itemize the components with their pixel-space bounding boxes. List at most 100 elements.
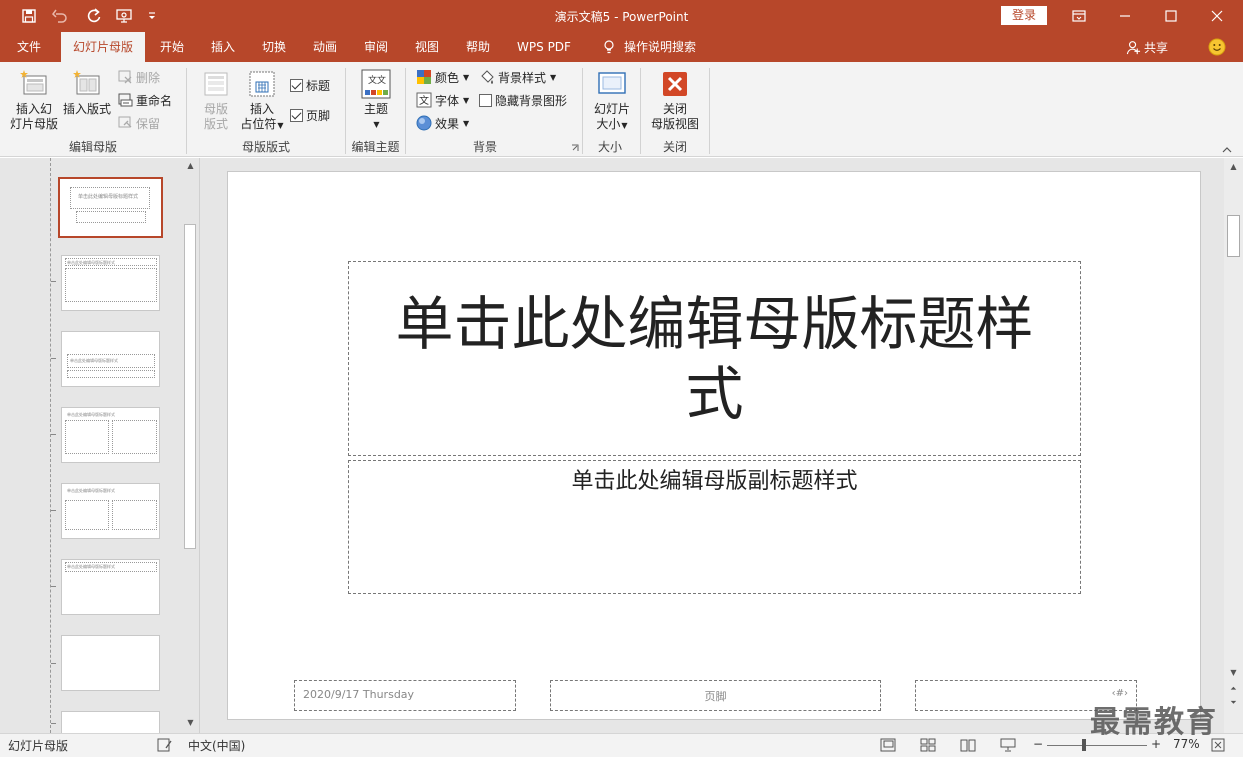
tab-view[interactable]: 视图 <box>405 32 449 62</box>
ribbon: 插入幻 灯片母版 插入版式 删除 重命名 保留 编辑母版 母版 版式 插入 占位… <box>0 62 1243 157</box>
fonts-icon: 文 <box>416 92 432 108</box>
thumbnail-title-text: 单击此处编辑母版标题样式 <box>67 488 115 493</box>
hide-background-graphics-checkbox[interactable]: 隐藏背景图形 <box>479 90 567 110</box>
footer-placeholder[interactable]: 页脚 <box>550 680 881 711</box>
thumbnail-scroll-thumb[interactable] <box>184 224 196 549</box>
title-checkbox-box[interactable] <box>290 78 303 92</box>
hide-background-graphics-box[interactable] <box>479 93 492 107</box>
insert-placeholder-button[interactable]: 插入 占位符▼ <box>238 68 286 133</box>
share-button[interactable]: 共享 <box>1126 32 1168 62</box>
thumbnail-scrollbar[interactable]: ▲ ▼ <box>182 158 198 733</box>
group-label-edit-theme: 编辑主题 <box>351 140 400 154</box>
thumbnail-slide-master[interactable]: 单击此处编辑母版标题样式 <box>58 177 163 238</box>
date-placeholder[interactable]: 2020/9/17 Thursday <box>294 680 516 711</box>
ribbon-separator <box>405 68 406 154</box>
thumbnail-pane[interactable]: 单击此处编辑母版标题样式 单击此处编辑母版标题样式 单击此处编辑母版标题样式 单… <box>0 158 200 735</box>
rename-label: 重命名 <box>136 93 173 108</box>
slide-size-button[interactable]: 幻灯片 大小▼ <box>590 68 634 133</box>
slide-size-line1: 幻灯片 <box>593 102 630 116</box>
title-placeholder[interactable]: 单击此处编辑母版标题样式 <box>348 261 1081 456</box>
slide-size-text: 大小 <box>596 117 621 131</box>
slideshow-icon[interactable] <box>1000 738 1016 752</box>
close-master-view-button[interactable]: 关闭 母版视图 <box>648 68 702 132</box>
close-window-icon[interactable] <box>1194 0 1240 32</box>
colors-label: 颜色 <box>435 70 460 85</box>
login-button[interactable]: 登录 <box>1001 6 1047 25</box>
tab-help[interactable]: 帮助 <box>456 32 500 62</box>
ribbon-separator <box>186 68 187 154</box>
close-master-view-line2: 母版视图 <box>650 117 699 131</box>
tab-review[interactable]: 审阅 <box>354 32 398 62</box>
reading-view-icon[interactable] <box>960 738 976 752</box>
effects-label: 效果 <box>435 116 460 131</box>
tab-home[interactable]: 开始 <box>150 32 194 62</box>
slide-scrollbar[interactable]: ▲ ▼ ⏶ ⏷ <box>1224 158 1243 733</box>
insert-placeholder-line1: 插入 <box>249 102 274 116</box>
preserve-button[interactable]: 保留 <box>117 113 160 133</box>
thumbnail-layout[interactable]: 单击此处编辑母版标题样式 <box>61 483 160 539</box>
status-view-name: 幻灯片母版 <box>8 739 69 753</box>
scroll-down-arrow-icon[interactable]: ▼ <box>1224 668 1243 677</box>
thumbnail-layout[interactable]: 单击此处编辑母版标题样式 <box>61 331 160 387</box>
colors-dropdown[interactable]: 颜色 ▼ <box>416 67 469 87</box>
insert-slide-master-button[interactable]: 插入幻 灯片母版 <box>9 68 59 132</box>
delete-button[interactable]: 删除 <box>117 67 160 87</box>
master-layout-button[interactable]: 母版 版式 <box>196 68 236 132</box>
zoom-out-button[interactable]: − <box>1033 737 1043 751</box>
language-indicator[interactable]: 中文(中国) <box>188 737 245 754</box>
rename-button[interactable]: 重命名 <box>117 90 172 110</box>
slide-canvas[interactable]: 单击此处编辑母版标题样式 单击此处编辑母版副标题样式 2020/9/17 Thu… <box>227 171 1201 720</box>
tab-slide-master[interactable]: 幻灯片母版 <box>61 32 145 62</box>
zoom-slider-track[interactable] <box>1047 745 1147 746</box>
fonts-dropdown[interactable]: 文 字体 ▼ <box>416 90 469 110</box>
maximize-icon[interactable] <box>1148 0 1194 32</box>
next-slide-icon[interactable]: ⏷ <box>1224 698 1243 708</box>
status-bar: 幻灯片母版 中文(中国) − + 77% <box>0 733 1243 757</box>
preserve-pin-icon <box>118 116 132 128</box>
minimize-icon[interactable] <box>1102 0 1148 32</box>
themes-icon: 文文 <box>361 69 391 99</box>
accessibility-notes-icon[interactable] <box>157 738 173 752</box>
slide-sorter-icon[interactable] <box>920 738 936 752</box>
title-checkbox[interactable]: 标题 <box>290 75 330 95</box>
powerpoint-window: 演示文稿5 - PowerPoint 登录 文件 幻灯片母版 开始 插入 切换 … <box>0 0 1243 757</box>
background-styles-dropdown[interactable]: 背景样式 ▼ <box>479 67 556 87</box>
scroll-up-arrow-icon[interactable]: ▲ <box>181 161 200 170</box>
themes-button[interactable]: 文文 主题 ▼ <box>356 68 396 132</box>
zoom-slider-knob[interactable] <box>1082 739 1086 751</box>
scroll-down-arrow-icon[interactable]: ▼ <box>181 718 200 727</box>
effects-icon <box>416 115 432 131</box>
dialog-launcher-icon[interactable] <box>571 144 579 152</box>
effects-dropdown[interactable]: 效果 ▼ <box>416 113 469 133</box>
thumbnail-layout[interactable]: 单击此处编辑母版标题样式 <box>61 255 160 311</box>
person-icon <box>1126 40 1141 54</box>
subtitle-placeholder[interactable]: 单击此处编辑母版副标题样式 <box>348 460 1081 594</box>
chevron-down-icon: ▼ <box>373 120 380 129</box>
tab-wps-pdf[interactable]: WPS PDF <box>508 32 580 62</box>
thumbnail-tree-tick <box>51 281 56 282</box>
insert-placeholder-icon <box>249 71 275 97</box>
scroll-up-arrow-icon[interactable]: ▲ <box>1224 162 1243 171</box>
tab-file[interactable]: 文件 <box>6 32 52 62</box>
tab-transitions[interactable]: 切换 <box>252 32 296 62</box>
tab-insert[interactable]: 插入 <box>201 32 245 62</box>
thumbnail-tree-tick <box>51 723 56 724</box>
slide-scroll-thumb[interactable] <box>1227 215 1240 257</box>
thumbnail-layout[interactable]: 单击此处编辑母版标题样式 <box>61 407 160 463</box>
thumbnail-tree-tick <box>51 663 56 664</box>
smiley-feedback-icon[interactable] <box>1208 38 1226 56</box>
previous-slide-icon[interactable]: ⏶ <box>1224 684 1243 694</box>
ribbon-separator <box>709 68 710 154</box>
tab-animations[interactable]: 动画 <box>303 32 347 62</box>
insert-layout-button[interactable]: 插入版式 <box>61 68 113 117</box>
collapse-ribbon-icon[interactable] <box>1222 146 1232 154</box>
footer-checkbox-box[interactable] <box>290 108 303 122</box>
footer-checkbox[interactable]: 页脚 <box>290 105 330 125</box>
thumbnail-layout-blank[interactable] <box>61 635 160 691</box>
thumbnail-layout-partial[interactable] <box>61 711 160 735</box>
normal-view-icon[interactable] <box>880 738 896 752</box>
thumbnail-layout[interactable]: 单击此处编辑母版标题样式 <box>61 559 160 615</box>
insert-slide-master-line2: 灯片母版 <box>9 117 58 131</box>
ribbon-display-options-icon[interactable] <box>1056 0 1102 32</box>
tell-me-search[interactable]: 操作说明搜索 <box>594 32 704 62</box>
